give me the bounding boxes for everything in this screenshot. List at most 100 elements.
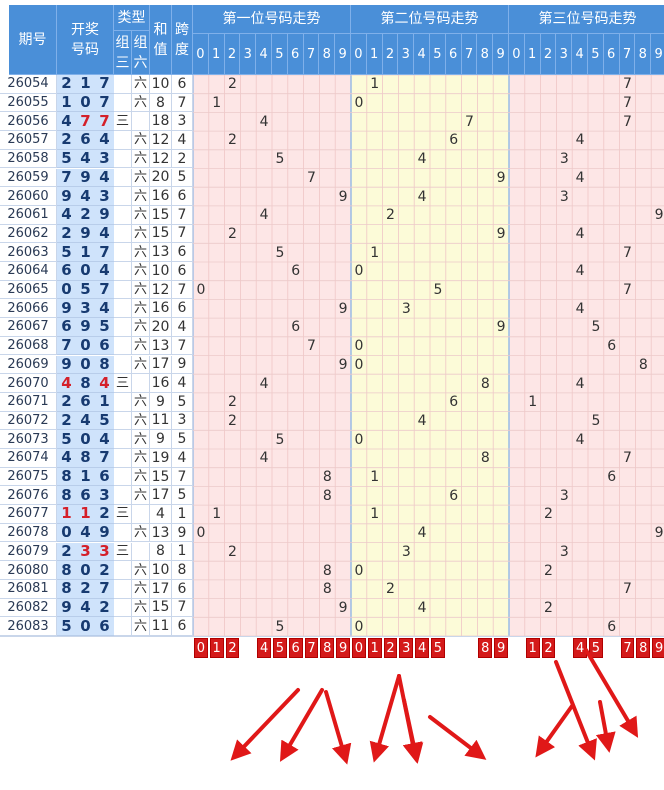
issue-number: 26075 bbox=[0, 467, 57, 487]
pick-digit-pos2[interactable]: 5 bbox=[431, 638, 445, 658]
pick-digit-pos2[interactable]: 2 bbox=[383, 638, 398, 658]
issue-number: 26063 bbox=[0, 243, 57, 262]
span-header-text: 跨 bbox=[175, 21, 189, 38]
trend-section-title-2: 第二位号码走势 bbox=[351, 5, 509, 34]
pick-digit-pos3[interactable]: 4 bbox=[573, 638, 587, 658]
type-g3-cell bbox=[114, 224, 132, 244]
draw-digit: 1 bbox=[57, 93, 76, 113]
span-value: 8 bbox=[172, 561, 193, 580]
digit-column-header: 1 bbox=[366, 34, 383, 75]
trend-section-title-1: 第一位号码走势 bbox=[193, 5, 351, 34]
draw-digit: 0 bbox=[57, 523, 76, 543]
trend-mark-pos1: 4 bbox=[259, 375, 269, 392]
span-value: 6 bbox=[172, 617, 193, 636]
pick-digit-pos2[interactable]: 0 bbox=[352, 638, 366, 658]
type-g6-cell: 六 bbox=[132, 149, 150, 169]
type-g6-cell: 六 bbox=[132, 93, 150, 113]
pick-digit-pos1[interactable]: 4 bbox=[257, 638, 271, 658]
sum-value: 15 bbox=[150, 467, 172, 487]
draw-digit: 5 bbox=[57, 149, 76, 169]
draw-digit: 4 bbox=[76, 411, 95, 431]
pick-digit-pos1[interactable]: 2 bbox=[225, 638, 240, 658]
type-g3-cell bbox=[114, 411, 132, 431]
pick-digit-pos3[interactable]: 7 bbox=[620, 638, 635, 658]
digit-column-header: 0 bbox=[351, 34, 367, 75]
sum-value: 4 bbox=[150, 505, 172, 524]
trend-mark-pos3: 9 bbox=[654, 207, 664, 224]
trend-mark-pos2: 4 bbox=[417, 525, 427, 542]
draw-digit: 0 bbox=[76, 336, 95, 356]
trend-mark-pos3: 3 bbox=[559, 543, 569, 560]
issue-number: 26059 bbox=[0, 168, 57, 188]
pick-digit-pos1[interactable]: 8 bbox=[320, 638, 335, 658]
pick-digit-pos2[interactable]: 1 bbox=[367, 638, 382, 658]
trend-mark-pos3: 5 bbox=[591, 319, 601, 336]
sum-value: 17 bbox=[150, 355, 172, 375]
issue-number: 26060 bbox=[0, 187, 57, 206]
draw-digit: 0 bbox=[76, 355, 95, 375]
draw-digit: 6 bbox=[57, 262, 76, 281]
pick-digit-pos3[interactable]: 5 bbox=[589, 638, 603, 658]
draw-digit: 1 bbox=[76, 467, 95, 487]
type-g3-cell bbox=[114, 355, 132, 375]
pick-digit-pos2[interactable]: 8 bbox=[478, 638, 493, 658]
draw-digit: 5 bbox=[95, 318, 114, 337]
type-g6-cell: 六 bbox=[132, 467, 150, 487]
span-value: 3 bbox=[172, 112, 193, 132]
draw-digit: 8 bbox=[76, 374, 95, 393]
issue-header: 期号 bbox=[9, 5, 57, 75]
trend-mark-pos1: 2 bbox=[228, 543, 237, 560]
digit-column-header: 1 bbox=[524, 34, 541, 75]
sum-value: 16 bbox=[150, 374, 172, 393]
trend-mark-pos3: 2 bbox=[544, 506, 553, 523]
trend-mark-pos1: 2 bbox=[228, 394, 237, 411]
pick-digit-pos3[interactable]: 1 bbox=[525, 638, 540, 658]
span-value: 7 bbox=[172, 224, 193, 244]
trend-mark-pos1: 7 bbox=[307, 169, 316, 186]
trend-chart: 期号 开奖 号码 类型组三组六和值跨度第一位号码走势 0 1 2 3 4 5 6 7 8 9 第二位号码走势… bbox=[0, 0, 664, 790]
pick-digit-pos1[interactable]: 7 bbox=[304, 638, 319, 658]
pick-digit-pos3[interactable]: 2 bbox=[541, 638, 556, 658]
trend-mark-pos3: 7 bbox=[623, 95, 632, 112]
trend-mark-pos2: 4 bbox=[417, 412, 427, 429]
issue-number: 26079 bbox=[0, 542, 57, 562]
pick-digit-pos3[interactable]: 8 bbox=[636, 638, 651, 658]
trend-mark-pos3: 4 bbox=[575, 431, 585, 448]
trend-mark-pos3: 8 bbox=[638, 356, 648, 373]
trend-mark-pos3: 2 bbox=[544, 599, 553, 616]
digit-column-header: 4 bbox=[256, 34, 272, 75]
pick-digit-pos2[interactable]: 9 bbox=[494, 638, 508, 658]
pick-digit-pos1[interactable]: 5 bbox=[273, 638, 287, 658]
issue-number: 26070 bbox=[0, 374, 57, 393]
type-g3-cell bbox=[114, 561, 132, 580]
trend-mark-pos1: 5 bbox=[275, 244, 285, 261]
pick-digit-pos1[interactable]: 0 bbox=[194, 638, 208, 658]
pick-digit-pos3[interactable]: 9 bbox=[652, 638, 664, 658]
draw-digit: 5 bbox=[57, 430, 76, 449]
draw-digit: 2 bbox=[57, 224, 76, 244]
draw-digit: 4 bbox=[57, 374, 76, 393]
draw-digit: 9 bbox=[57, 355, 76, 375]
span-value: 7 bbox=[172, 280, 193, 300]
trend-mark-pos1: 9 bbox=[338, 300, 348, 317]
sum-value: 10 bbox=[150, 561, 172, 580]
draw-digit: 0 bbox=[76, 93, 95, 113]
pick-digit-pos1[interactable]: 1 bbox=[209, 638, 224, 658]
sum-value: 8 bbox=[150, 542, 172, 562]
type-g6-cell: 六 bbox=[132, 299, 150, 319]
issue-number: 26067 bbox=[0, 318, 57, 337]
draw-digit: 2 bbox=[57, 411, 76, 431]
draw-number-header-text: 号码 bbox=[71, 41, 99, 58]
trend-mark-pos2: 8 bbox=[480, 375, 490, 392]
digit-column-header: 2 bbox=[224, 34, 241, 75]
pick-digit-pos1[interactable]: 9 bbox=[336, 638, 350, 658]
trend-mark-pos1: 8 bbox=[322, 581, 332, 598]
trend-mark-pos2: 9 bbox=[496, 169, 506, 186]
span-header-text: 度 bbox=[175, 41, 189, 58]
pick-digit-pos2[interactable]: 3 bbox=[399, 638, 414, 658]
draw-digit: 3 bbox=[95, 486, 114, 506]
pick-digit-pos1[interactable]: 6 bbox=[288, 638, 303, 658]
pick-digit-pos2[interactable]: 4 bbox=[415, 638, 429, 658]
trend-mark-pos2: 0 bbox=[354, 562, 364, 579]
draw-digit: 5 bbox=[76, 280, 95, 300]
